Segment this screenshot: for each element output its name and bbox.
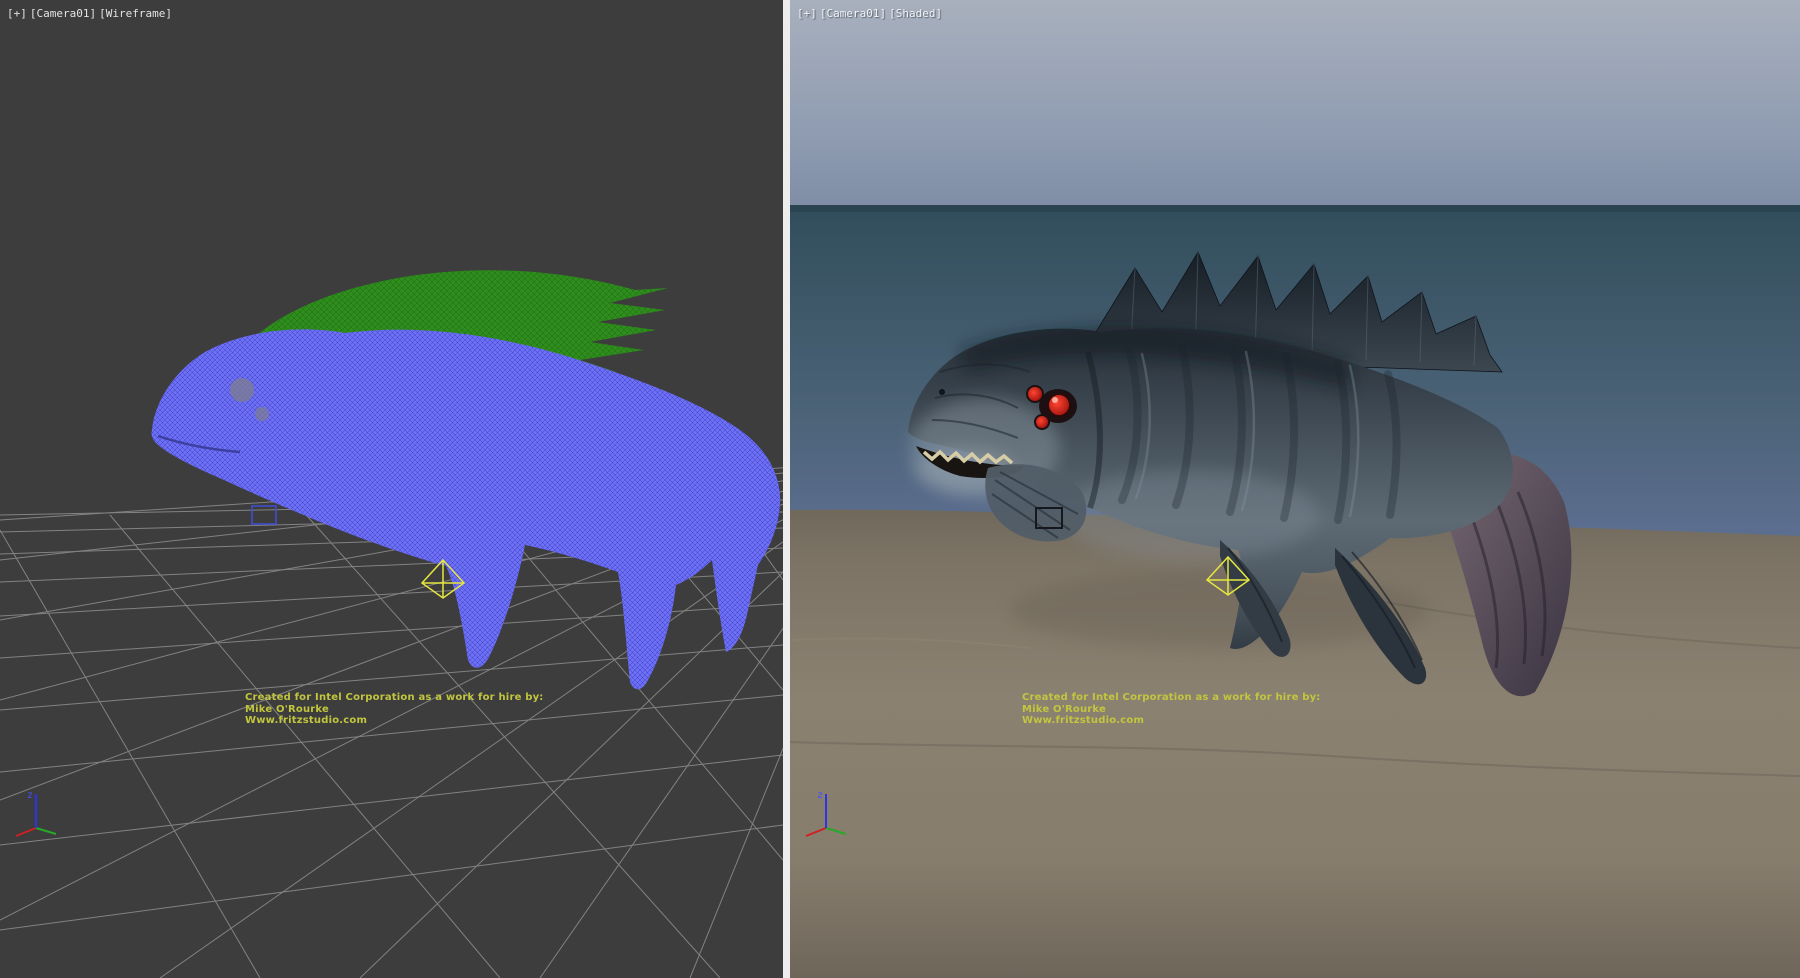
credit-text: Created for Intel Corporation as a work … xyxy=(1022,692,1321,727)
viewport-general-menu[interactable]: [+] xyxy=(7,7,27,20)
helper-rectangle[interactable] xyxy=(252,506,276,524)
viewport-shading-menu[interactable]: [Wireframe] xyxy=(99,7,172,20)
credit-line: Mike O'Rourke xyxy=(245,704,544,716)
fish-model-wireframe[interactable] xyxy=(151,270,780,689)
world-axis-tripod: z xyxy=(10,782,66,842)
viewport-pov-menu[interactable]: [Camera01] xyxy=(820,7,886,20)
axis-y-line xyxy=(36,828,56,834)
viewport-wireframe[interactable]: [+] [Camera01] [Wireframe] Created for I… xyxy=(0,0,783,978)
viewport-general-menu[interactable]: [+] xyxy=(797,7,817,20)
viewport-label-wireframe: [+] [Camera01] [Wireframe] xyxy=(7,7,172,20)
viewport-splitter[interactable] xyxy=(783,0,790,978)
viewport-pov-menu[interactable]: [Camera01] xyxy=(30,7,96,20)
viewport-area: [+] [Camera01] [Wireframe] Created for I… xyxy=(0,0,1800,978)
axis-y-line xyxy=(826,828,846,834)
fish-eye-spot xyxy=(255,407,269,421)
axis-x-line xyxy=(16,828,36,836)
viewport-shading-menu[interactable]: [Shaded] xyxy=(889,7,942,20)
axis-x-line xyxy=(806,828,826,836)
fish-eye-spot xyxy=(230,378,254,402)
credit-text: Created for Intel Corporation as a work … xyxy=(245,692,544,727)
credit-line: Www.fritzstudio.com xyxy=(245,715,544,727)
wireframe-viewport-canvas[interactable] xyxy=(0,0,783,978)
shaded-viewport-canvas[interactable] xyxy=(790,0,1800,978)
credit-line: Www.fritzstudio.com xyxy=(1022,715,1321,727)
horizon-band xyxy=(790,205,1800,212)
axis-z-label: z xyxy=(27,790,33,801)
viewport-label-shaded: [+] [Camera01] [Shaded] xyxy=(797,7,942,20)
credit-line: Created for Intel Corporation as a work … xyxy=(1022,692,1321,704)
credit-line: Created for Intel Corporation as a work … xyxy=(245,692,544,704)
fish-nostril xyxy=(939,389,945,395)
sky-backdrop xyxy=(790,0,1800,207)
axis-z-label: z xyxy=(817,790,823,801)
world-axis-tripod: z xyxy=(800,782,856,842)
fish-body-wireframe[interactable] xyxy=(151,329,780,689)
credit-line: Mike O'Rourke xyxy=(1022,704,1321,716)
viewport-shaded[interactable]: [+] [Camera01] [Shaded] Created for Inte… xyxy=(790,0,1800,978)
